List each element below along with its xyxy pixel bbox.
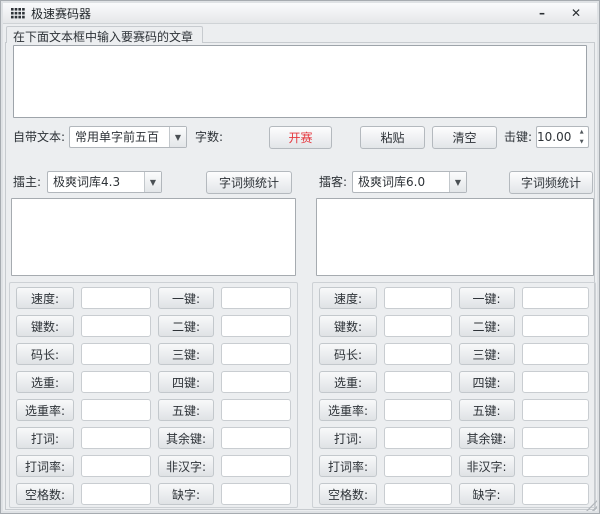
stat-label-word: 打词:: [16, 427, 74, 449]
defender-stats-group: 速度: 一键: 键数: 二键: 码长: 三键: 选重: 四键: 选重率: 五键:…: [9, 282, 298, 508]
stat-field-other-keys[interactable]: [221, 427, 291, 449]
close-button[interactable]: ✕: [571, 6, 581, 20]
stat-field-four-key[interactable]: [522, 371, 590, 393]
chevron-down-icon: ▼: [169, 127, 186, 147]
stat-field-five-key[interactable]: [522, 399, 590, 421]
keystroke-value: 10.00: [537, 127, 575, 147]
chevron-down-icon: ▼: [449, 172, 466, 192]
stat-label-reselect-rate: 选重率:: [319, 399, 377, 421]
stat-field-key-count[interactable]: [81, 315, 151, 337]
stat-field-code-length[interactable]: [81, 343, 151, 365]
challenger-dictionary-select[interactable]: 极爽词库6.0 ▼: [352, 171, 467, 193]
challenger-stats-group: 速度: 一键: 键数: 二键: 码长: 三键: 选重: 四键: 选重率: 五键:…: [312, 282, 596, 508]
stat-field-three-key[interactable]: [221, 343, 291, 365]
stat-label-missing-char: 缺字:: [459, 483, 515, 505]
stat-field-space-count[interactable]: [81, 483, 151, 505]
stat-label-non-chinese: 非汉字:: [459, 455, 515, 477]
stat-label-other-keys: 其余键:: [459, 427, 515, 449]
stat-label-reselect-rate: 选重率:: [16, 399, 74, 421]
stat-label-key-count: 键数:: [319, 315, 377, 337]
stat-label-three-key: 三键:: [158, 343, 214, 365]
stat-field-one-key[interactable]: [221, 287, 291, 309]
stat-label-one-key: 一键:: [459, 287, 515, 309]
stat-field-non-chinese[interactable]: [221, 455, 291, 477]
stat-field-word[interactable]: [81, 427, 151, 449]
stat-label-space-count: 空格数:: [16, 483, 74, 505]
chevron-down-icon: ▼: [144, 172, 161, 192]
grid-icon: [11, 8, 25, 19]
stat-label-one-key: 一键:: [158, 287, 214, 309]
stat-field-other-keys[interactable]: [522, 427, 590, 449]
race-text-input[interactable]: [13, 45, 587, 118]
stat-field-two-key[interactable]: [522, 315, 590, 337]
stat-label-word-rate: 打词率:: [16, 455, 74, 477]
stat-field-one-key[interactable]: [522, 287, 590, 309]
stat-label-space-count: 空格数:: [319, 483, 377, 505]
stat-label-other-keys: 其余键:: [158, 427, 214, 449]
stat-field-four-key[interactable]: [221, 371, 291, 393]
title-bar: 极速赛码器 – ✕: [3, 3, 597, 24]
stat-label-code-length: 码长:: [16, 343, 74, 365]
minimize-button[interactable]: –: [539, 6, 545, 20]
challenger-label: 擂客:: [319, 171, 347, 193]
stat-label-code-length: 码长:: [319, 343, 377, 365]
stat-label-speed: 速度:: [16, 287, 74, 309]
stat-field-speed[interactable]: [81, 287, 151, 309]
challenger-freq-stats-button[interactable]: 字词频统计: [509, 171, 593, 194]
app-window: 极速赛码器 – ✕ 在下面文本框中输入要赛码的文章 自带文本: 常用单字前五百 …: [0, 0, 600, 514]
stat-label-five-key: 五键:: [158, 399, 214, 421]
stat-label-reselect: 选重:: [319, 371, 377, 393]
stat-field-word-rate[interactable]: [384, 455, 452, 477]
defender-freq-stats-button[interactable]: 字词频统计: [206, 171, 292, 194]
stat-label-four-key: 四键:: [459, 371, 515, 393]
stat-field-missing-char[interactable]: [522, 483, 590, 505]
stat-label-four-key: 四键:: [158, 371, 214, 393]
stat-field-key-count[interactable]: [384, 315, 452, 337]
stat-field-two-key[interactable]: [221, 315, 291, 337]
stat-label-word-rate: 打词率:: [319, 455, 377, 477]
stat-field-non-chinese[interactable]: [522, 455, 590, 477]
defender-dictionary-select[interactable]: 极爽词库4.3 ▼: [47, 171, 162, 193]
defender-dictionary-value: 极爽词库4.3: [48, 172, 144, 192]
spin-down-icon[interactable]: ▼: [575, 137, 588, 147]
stat-field-word[interactable]: [384, 427, 452, 449]
stat-field-space-count[interactable]: [384, 483, 452, 505]
paste-button[interactable]: 粘贴: [360, 126, 425, 149]
stat-label-two-key: 二键:: [459, 315, 515, 337]
clear-button[interactable]: 清空: [432, 126, 497, 149]
stat-label-speed: 速度:: [319, 287, 377, 309]
defender-result-box[interactable]: [11, 198, 296, 276]
stat-field-three-key[interactable]: [522, 343, 590, 365]
challenger-dictionary-value: 极爽词库6.0: [353, 172, 449, 192]
start-race-button[interactable]: 开赛: [269, 126, 332, 149]
builtin-text-value: 常用单字前五百: [70, 127, 169, 147]
stat-field-reselect[interactable]: [81, 371, 151, 393]
stat-label-non-chinese: 非汉字:: [158, 455, 214, 477]
stat-field-reselect-rate[interactable]: [384, 399, 452, 421]
challenger-result-box[interactable]: [316, 198, 594, 276]
builtin-text-label: 自带文本:: [13, 126, 65, 148]
stat-label-five-key: 五键:: [459, 399, 515, 421]
window-title: 极速赛码器: [31, 5, 91, 22]
stat-label-word: 打词:: [319, 427, 377, 449]
stat-label-reselect: 选重:: [16, 371, 74, 393]
stat-field-code-length[interactable]: [384, 343, 452, 365]
stat-label-three-key: 三键:: [459, 343, 515, 365]
keystroke-label: 击键:: [504, 126, 532, 148]
tab-input-hint[interactable]: 在下面文本框中输入要赛码的文章: [6, 26, 203, 43]
word-count-label: 字数:: [195, 126, 223, 148]
stat-label-two-key: 二键:: [158, 315, 214, 337]
stat-label-missing-char: 缺字:: [158, 483, 214, 505]
stat-field-five-key[interactable]: [221, 399, 291, 421]
stat-field-reselect[interactable]: [384, 371, 452, 393]
spin-up-icon[interactable]: ▲: [575, 127, 588, 137]
stat-label-key-count: 键数:: [16, 315, 74, 337]
stat-field-reselect-rate[interactable]: [81, 399, 151, 421]
stat-field-speed[interactable]: [384, 287, 452, 309]
defender-label: 擂主:: [13, 171, 41, 193]
builtin-text-select[interactable]: 常用单字前五百 ▼: [69, 126, 187, 148]
keystroke-spinner[interactable]: 10.00 ▲ ▼: [536, 126, 589, 148]
stat-field-word-rate[interactable]: [81, 455, 151, 477]
stat-field-missing-char[interactable]: [221, 483, 291, 505]
